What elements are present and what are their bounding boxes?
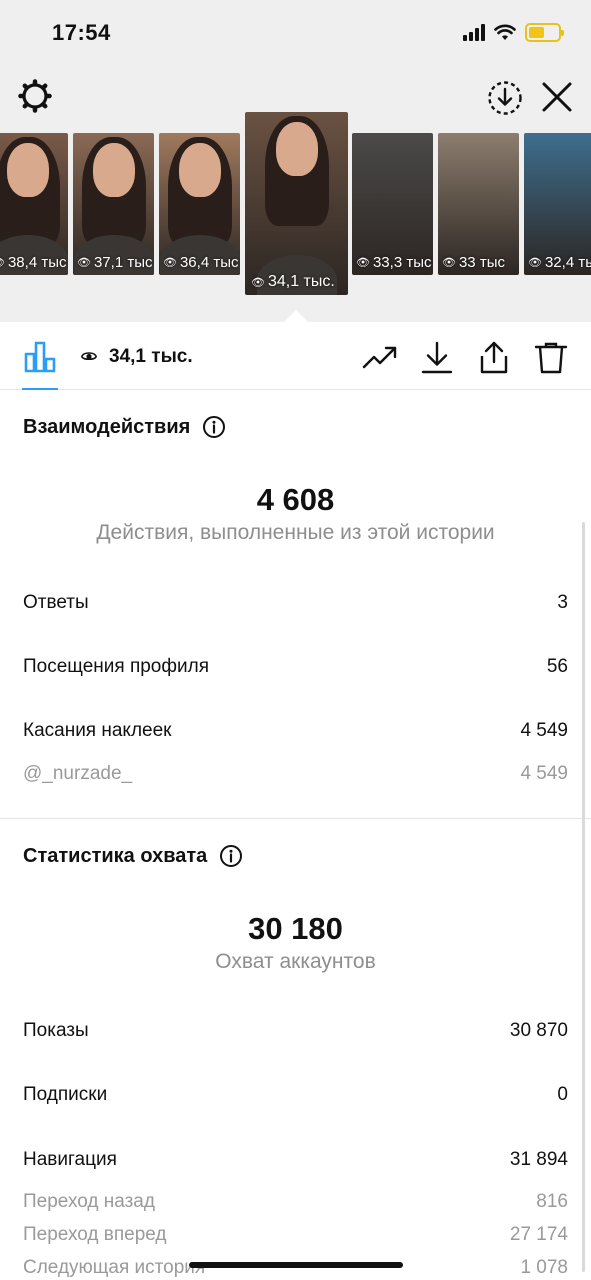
home-indicator[interactable] bbox=[189, 1262, 403, 1268]
status-icons bbox=[463, 20, 564, 44]
info-icon[interactable] bbox=[202, 415, 226, 439]
story-thumbnail[interactable]: 👁 33,3 тыс bbox=[352, 133, 433, 275]
story-views: 👁 36,4 тыс bbox=[163, 254, 238, 271]
eye-icon: 👁 bbox=[77, 257, 91, 269]
settings-gear-icon[interactable] bbox=[17, 78, 53, 114]
stat-subrow-mention[interactable]: @_nurzade_ 4 549 bbox=[23, 763, 568, 785]
reach-heading: Статистика охвата bbox=[23, 844, 243, 868]
stat-subrow-back[interactable]: Переход назад 816 bbox=[23, 1191, 568, 1213]
story-thumbnail[interactable]: 👁 34,1 тыс. bbox=[245, 112, 348, 295]
close-icon[interactable] bbox=[540, 80, 574, 114]
stat-value: 4 549 bbox=[520, 763, 568, 784]
eye-icon: 👁 bbox=[442, 257, 456, 269]
stat-row-impressions[interactable]: Показы 30 870 bbox=[23, 1020, 568, 1042]
views-count: 34,1 тыс. bbox=[109, 346, 193, 367]
save-download-circle-icon[interactable] bbox=[487, 80, 523, 116]
stat-row-profile-visits[interactable]: Посещения профиля 56 bbox=[23, 656, 568, 678]
story-views-count: 33,3 тыс bbox=[372, 254, 432, 271]
stat-label: Посещения профиля bbox=[23, 656, 209, 677]
story-thumbnail[interactable]: 👁 33 тыс bbox=[438, 133, 519, 275]
stat-value: 1 078 bbox=[520, 1257, 568, 1278]
story-views-count: 37,1 тыс bbox=[93, 254, 153, 271]
stat-value: 816 bbox=[536, 1191, 568, 1212]
stat-label: Показы bbox=[23, 1020, 89, 1041]
section-divider bbox=[0, 818, 591, 819]
story-views: 👁 33,3 тыс bbox=[356, 254, 431, 271]
stat-label: @_nurzade_ bbox=[23, 763, 133, 784]
story-person-face bbox=[6, 143, 49, 197]
stat-value: 27 174 bbox=[509, 1224, 568, 1245]
interactions-title: Взаимодействия bbox=[23, 415, 191, 438]
status-bar: 17:54 bbox=[0, 0, 591, 66]
stat-subrow-forward[interactable]: Переход вперед 27 174 bbox=[23, 1224, 568, 1246]
story-thumbnail[interactable]: 👁 36,4 тыс bbox=[159, 133, 240, 275]
stat-row-sticker-taps[interactable]: Касания наклеек 4 549 bbox=[23, 720, 568, 742]
story-views-count: 33 тыс bbox=[458, 254, 505, 271]
insights-chart-tab-icon[interactable] bbox=[23, 340, 57, 374]
stat-row-follows[interactable]: Подписки 0 bbox=[23, 1084, 568, 1106]
stat-label: Следующая история bbox=[23, 1257, 206, 1278]
battery-icon bbox=[525, 22, 564, 42]
story-views: 👁 33 тыс bbox=[442, 254, 505, 271]
stat-value: 30 870 bbox=[509, 1020, 568, 1041]
story-person-face bbox=[92, 143, 135, 197]
download-icon[interactable] bbox=[419, 340, 455, 376]
stat-label: Касания наклеек bbox=[23, 720, 172, 741]
reach-title: Статистика охвата bbox=[23, 844, 208, 867]
story-thumbnail[interactable]: 👁32,4 тыс bbox=[524, 133, 591, 275]
story-views: 👁32,4 тыс bbox=[528, 254, 591, 271]
story-views: 👁 37,1 тыс bbox=[77, 254, 152, 271]
stat-label: Навигация bbox=[23, 1149, 117, 1170]
story-views-count: 36,4 тыс bbox=[179, 254, 239, 271]
eye-icon bbox=[81, 352, 97, 361]
stat-value: 31 894 bbox=[509, 1149, 568, 1170]
eye-icon: 👁 bbox=[356, 257, 370, 269]
stat-value: 4 549 bbox=[520, 720, 568, 741]
delete-trash-icon[interactable] bbox=[533, 340, 569, 376]
story-thumbnail[interactable]: 👁38,4 тыс bbox=[0, 133, 68, 275]
eye-icon: 👁 bbox=[163, 257, 177, 269]
stat-label: Переход назад bbox=[23, 1191, 155, 1212]
wifi-icon bbox=[494, 24, 516, 40]
story-person-face bbox=[178, 143, 221, 197]
stat-label: Переход вперед bbox=[23, 1224, 167, 1245]
stat-row-navigation[interactable]: Навигация 31 894 bbox=[23, 1149, 568, 1171]
stat-label: Ответы bbox=[23, 592, 89, 613]
share-icon[interactable] bbox=[476, 340, 512, 376]
story-views-count: 38,4 тыс bbox=[7, 254, 67, 271]
story-thumbnail-strip: 👁38,4 тыс👁37,1 тыс👁36,4 тыс👁34,1 тыс.👁33… bbox=[0, 112, 591, 322]
eye-icon: 👁 bbox=[528, 257, 542, 269]
reach-subtitle: Охват аккаунтов bbox=[215, 950, 376, 973]
story-views-count: 32,4 тыс bbox=[544, 254, 591, 271]
interactions-heading: Взаимодействия bbox=[23, 415, 226, 439]
active-tab-indicator bbox=[22, 388, 58, 390]
story-views-count: 34,1 тыс. bbox=[267, 273, 335, 290]
stat-label: Подписки bbox=[23, 1084, 108, 1105]
scrollbar[interactable] bbox=[582, 522, 585, 1272]
story-views: 👁 34,1 тыс. bbox=[251, 273, 335, 291]
story-preview-panel: 17:54 👁38,4 тыс👁3 bbox=[0, 0, 591, 323]
selected-pointer bbox=[283, 310, 309, 323]
info-icon[interactable] bbox=[219, 844, 243, 868]
insights-toolbar: 34,1 тыс. bbox=[0, 322, 591, 390]
signal-icon bbox=[463, 23, 485, 41]
eye-icon: 👁 bbox=[251, 276, 265, 289]
stat-value: 3 bbox=[557, 592, 568, 613]
stat-value: 56 bbox=[546, 656, 568, 677]
reach-total: 30 180 bbox=[248, 911, 343, 946]
eye-icon: 👁 bbox=[0, 256, 5, 269]
stat-subrow-next-story[interactable]: Следующая история 1 078 bbox=[23, 1257, 568, 1279]
trending-icon[interactable] bbox=[362, 340, 398, 376]
story-person-face bbox=[275, 122, 318, 176]
stat-value: 0 bbox=[557, 1084, 568, 1105]
interactions-subtitle: Действия, выполненные из этой истории bbox=[96, 521, 495, 544]
stat-row-replies[interactable]: Ответы 3 bbox=[23, 592, 568, 614]
interactions-total: 4 608 bbox=[256, 482, 335, 517]
story-thumbnail[interactable]: 👁 37,1 тыс bbox=[73, 133, 154, 275]
story-views: 👁38,4 тыс bbox=[0, 254, 66, 271]
status-time: 17:54 bbox=[52, 20, 111, 45]
